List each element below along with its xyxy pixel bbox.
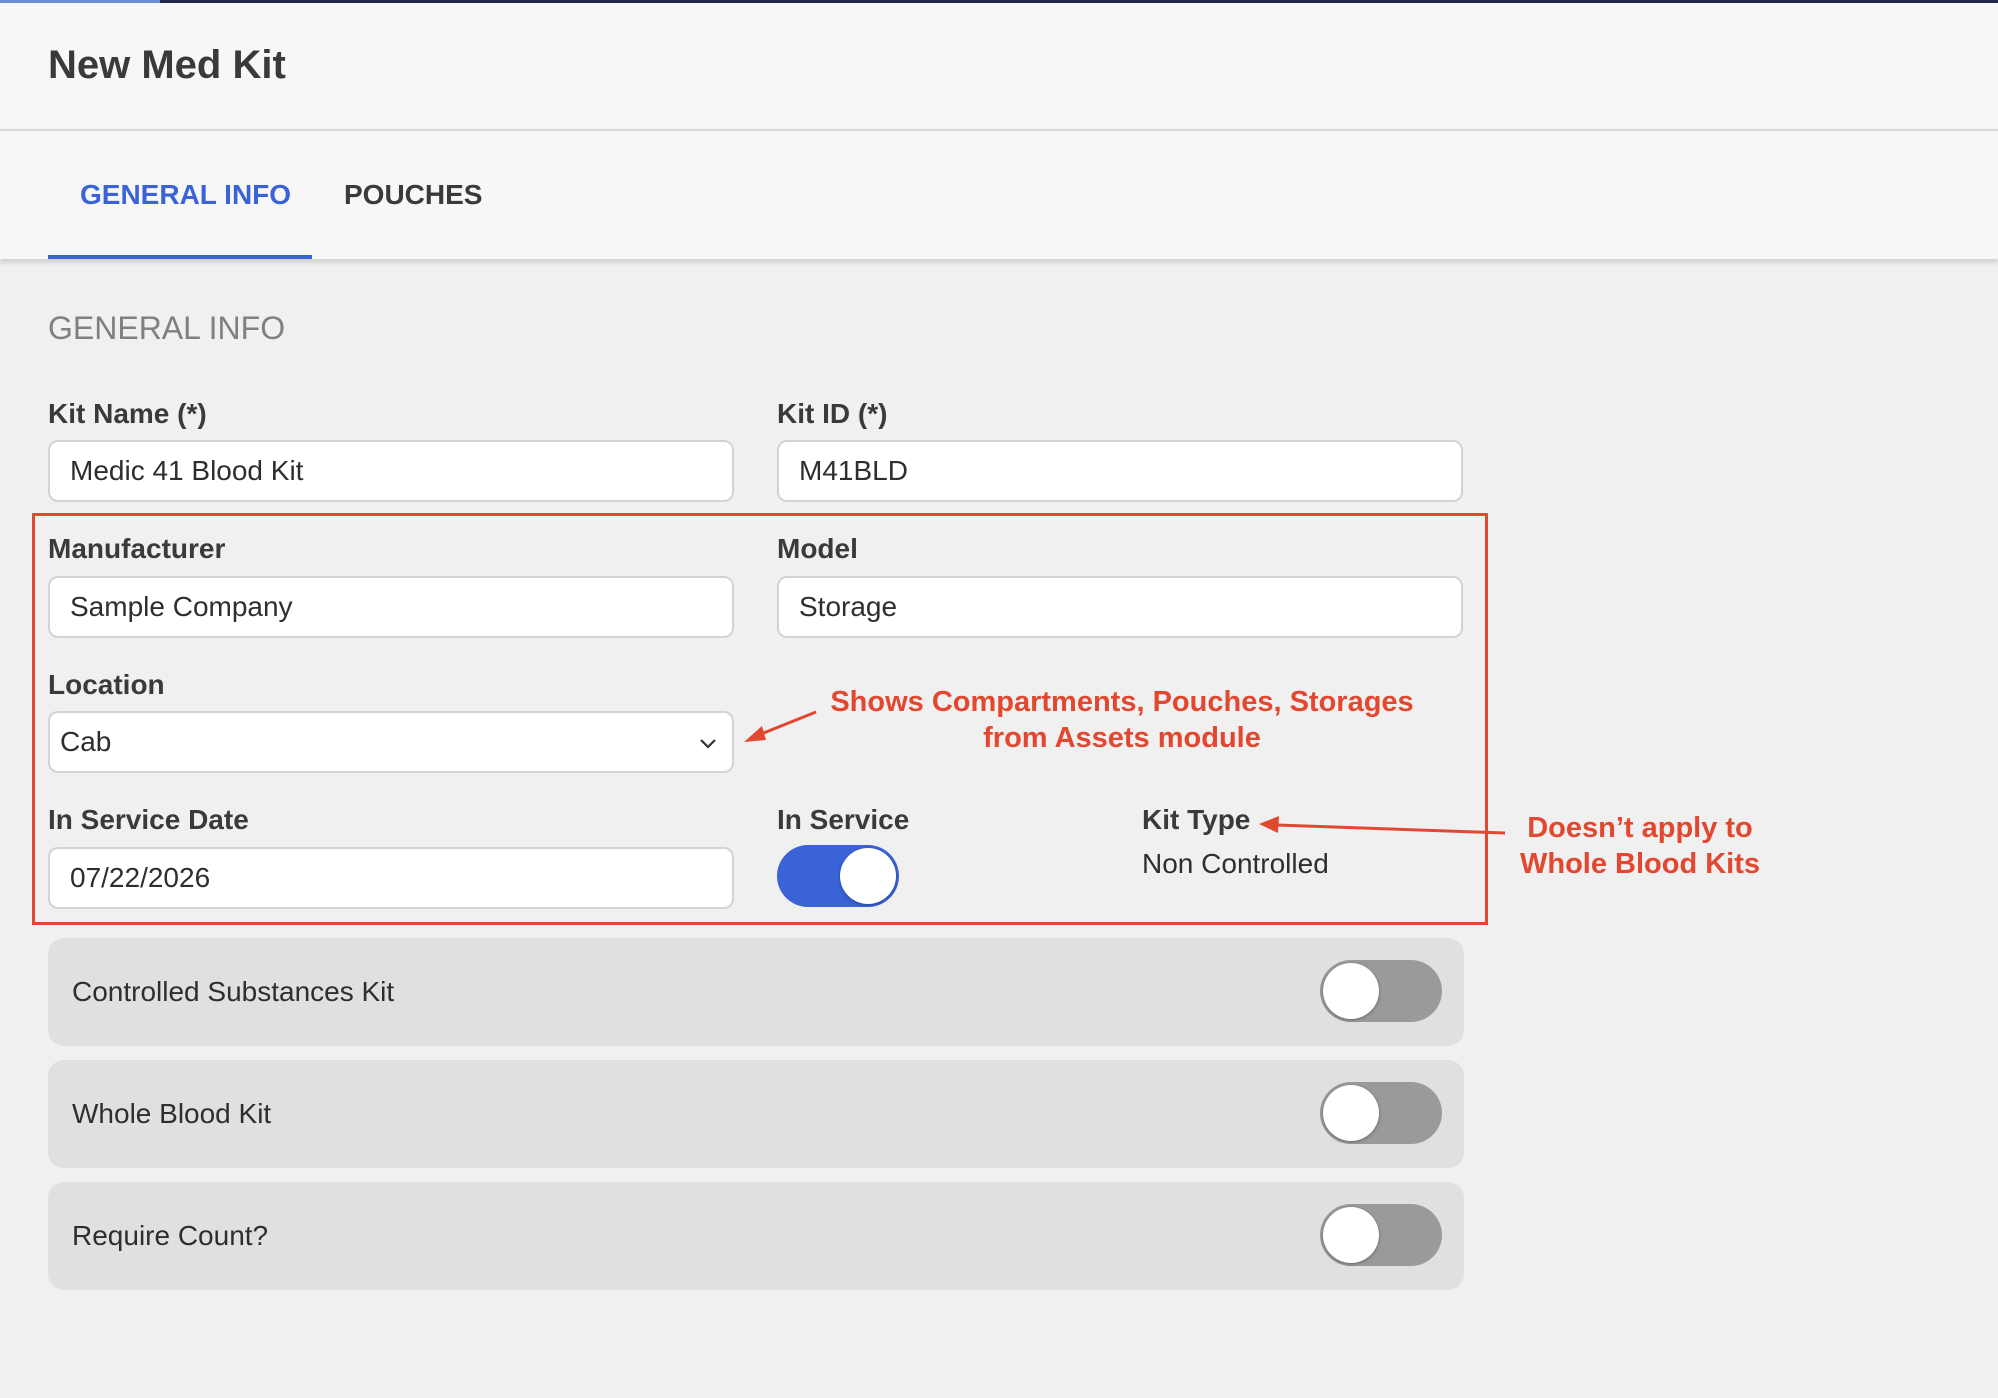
tab-pouches[interactable]: POUCHES	[344, 179, 482, 211]
location-annotation: Shows Compartments, Pouches, Storages fr…	[812, 684, 1432, 756]
location-label: Location	[48, 669, 165, 700]
whole-blood-kit-row: Whole Blood Kit	[48, 1060, 1464, 1168]
controlled-substances-row: Controlled Substances Kit	[48, 938, 1464, 1046]
page-header: New Med Kit	[0, 3, 1998, 131]
manufacturer-value: Sample Company	[70, 591, 293, 622]
whole-blood-kit-toggle[interactable]	[1320, 1082, 1442, 1144]
kit-name-label: Kit Name (*)	[48, 398, 207, 429]
toggle-knob	[1323, 963, 1379, 1019]
toggle-knob	[1323, 1085, 1379, 1141]
tab-general-info[interactable]: GENERAL INFO	[80, 179, 291, 211]
controlled-substances-label: Controlled Substances Kit	[72, 976, 395, 1007]
page: New Med Kit GENERAL INFO POUCHES GENERAL…	[0, 0, 1998, 1398]
kit-type-annotation-line1: Doesn’t apply to	[1527, 812, 1753, 844]
in-service-label: In Service	[777, 804, 910, 835]
active-tab-indicator	[48, 255, 312, 259]
tab-bar: GENERAL INFO POUCHES	[0, 131, 1998, 259]
kit-type-label: Kit Type	[1142, 804, 1251, 835]
require-count-row: Require Count?	[48, 1182, 1464, 1290]
toggle-knob	[840, 848, 896, 904]
kit-id-input[interactable]: M41BLD	[777, 440, 1463, 502]
in-service-date-input[interactable]: 07/22/2026	[48, 847, 734, 909]
kit-type-annotation: Doesn’t apply to Whole Blood Kits	[1500, 810, 1780, 882]
kit-name-value: Medic 41 Blood Kit	[70, 455, 304, 486]
location-select[interactable]: Cab	[48, 711, 734, 773]
controlled-substances-toggle[interactable]	[1320, 960, 1442, 1022]
in-service-date-label: In Service Date	[48, 804, 249, 835]
model-label: Model	[777, 533, 858, 564]
model-value: Storage	[799, 591, 898, 622]
section-title: GENERAL INFO	[48, 310, 286, 346]
manufacturer-label: Manufacturer	[48, 533, 226, 564]
chevron-down-icon	[700, 739, 716, 749]
location-value: Cab	[60, 726, 112, 757]
model-input[interactable]: Storage	[777, 576, 1463, 638]
location-annotation-line1: Shows Compartments, Pouches, Storages	[830, 686, 1414, 718]
kit-type-annotation-arrow	[1259, 816, 1506, 835]
kit-type-annotation-line2: Whole Blood Kits	[1519, 848, 1761, 880]
kit-name-input[interactable]: Medic 41 Blood Kit	[48, 440, 734, 502]
whole-blood-kit-label: Whole Blood Kit	[72, 1098, 272, 1129]
require-count-toggle[interactable]	[1320, 1204, 1442, 1266]
in-service-toggle[interactable]	[777, 845, 899, 907]
require-count-label: Require Count?	[72, 1220, 269, 1251]
kit-type-value: Non Controlled	[1142, 848, 1329, 879]
in-service-date-value: 07/22/2026	[70, 862, 211, 893]
kit-id-value: M41BLD	[799, 455, 908, 486]
toggle-knob	[1323, 1207, 1379, 1263]
manufacturer-input[interactable]: Sample Company	[48, 576, 734, 638]
page-title: New Med Kit	[48, 43, 286, 87]
location-annotation-line2: from Assets module	[983, 722, 1261, 754]
kit-id-label: Kit ID (*)	[777, 398, 888, 429]
